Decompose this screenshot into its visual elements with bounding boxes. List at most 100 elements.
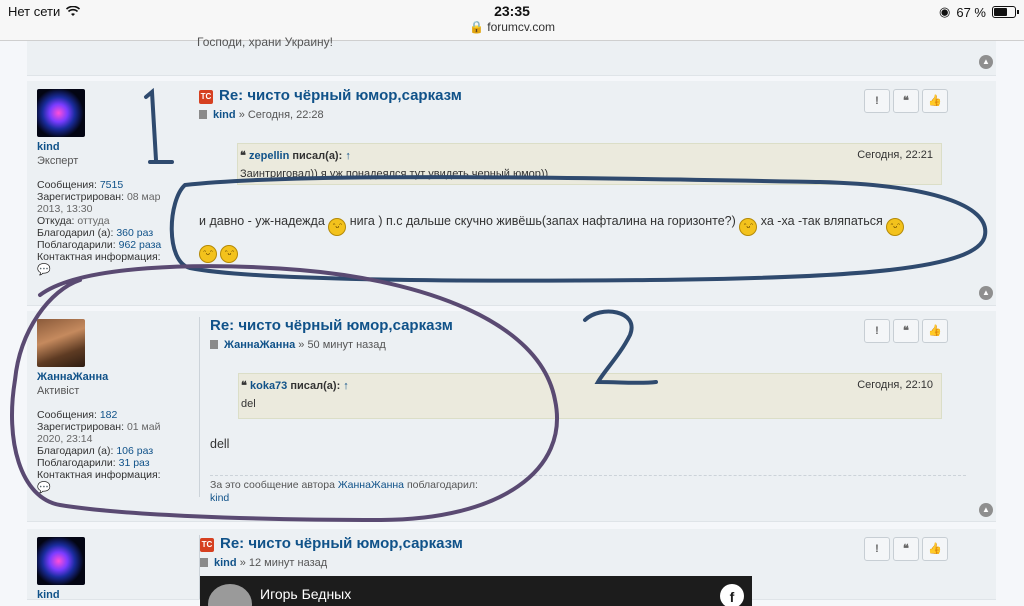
quote-icon: ❝ (240, 150, 246, 162)
stat-value[interactable]: 31 раз (119, 457, 150, 469)
like-button[interactable]: 👍 (922, 319, 948, 343)
report-button[interactable]: ! (864, 537, 890, 561)
stat-value[interactable]: 106 раз (116, 445, 153, 457)
stat-label: Контактная информация: (37, 251, 161, 263)
stat-row: Контактная информация: (37, 469, 183, 481)
stat-value[interactable]: 360 раз (116, 227, 153, 239)
report-button[interactable]: ! (864, 89, 890, 113)
stat-label: Благодарил (а): (37, 445, 114, 457)
lock-icon: 🔒 (468, 20, 484, 34)
quote-arrow[interactable]: ↑ (345, 150, 351, 162)
facebook-icon[interactable]: f (720, 584, 744, 606)
post-profile: ЖаннаЖанна Активіст Сообщения: 182 Зарег… (37, 319, 183, 494)
stat-value: оттуда (77, 215, 110, 227)
stat-label: Поблагодарили: (37, 457, 116, 469)
post-profile: kind (37, 537, 183, 601)
quote-text: del (241, 398, 256, 410)
stat-row: Зарегистрирован: 08 мар 2013, 13:30 (37, 191, 183, 215)
post-icon (210, 340, 218, 349)
stat-value[interactable]: 962 раза (119, 239, 162, 251)
quote-author[interactable]: koka73 (250, 380, 287, 392)
quote-button[interactable]: ❝ (893, 537, 919, 561)
battery-status: ◉ 67 % (939, 4, 1019, 20)
stat-label: Поблагодарили: (37, 239, 116, 251)
stat-value[interactable]: 182 (100, 409, 118, 421)
thanks-note: За это сообщение автора ЖаннаЖанна побла… (210, 475, 966, 505)
contact-icon[interactable]: 💬 (37, 264, 183, 276)
smiley-icon: ᵔᴗᵔ (220, 245, 239, 263)
battery-fill (994, 8, 1008, 16)
username[interactable]: kind (37, 141, 183, 153)
content-part2: нига ) п.с дальше скучно живёшь(запах на… (349, 214, 736, 228)
smiley-icon: ᵔᴗᵔ (328, 218, 347, 236)
battery-icon (992, 6, 1019, 18)
post-body: TC Re: чисто чёрный юмор,сарказм kind » 1… (199, 535, 976, 606)
quote-header: ❝ zepellin писал(а): ↑ (240, 149, 351, 162)
post-meta: kind » 12 минут назад (200, 557, 327, 569)
stat-row: Поблагодарили: 962 раза (37, 239, 183, 251)
video-title[interactable]: Игорь Бедных (260, 586, 351, 602)
avatar[interactable] (37, 89, 85, 137)
post-title-text[interactable]: Re: чисто чёрный юмор,сарказм (219, 87, 462, 104)
smiley-icon: ᵔᴗᵔ (886, 218, 905, 236)
user-rank: Эксперт (37, 155, 79, 167)
quote-button[interactable]: ❝ (893, 89, 919, 113)
stat-row: Откуда: оттуда (37, 215, 183, 227)
post-icon (200, 558, 208, 567)
post-meta: kind » Сегодня, 22:28 (199, 109, 324, 121)
post-body: TC Re: чисто чёрный юмор,сарказм kind » С… (199, 87, 976, 297)
stat-value[interactable]: 7515 (100, 179, 123, 191)
post-icon (199, 110, 207, 119)
quote-block: ❝ koka73 писал(а): ↑ Сегодня, 22:10 del (238, 373, 942, 419)
post-title[interactable]: TC Re: чисто чёрный юмор,сарказм (200, 535, 463, 552)
avatar[interactable] (37, 319, 85, 367)
quote-date: Сегодня, 22:21 (857, 149, 933, 161)
signature-text: Господи, храни Украину! (197, 35, 334, 49)
quote-button[interactable]: ❝ (893, 319, 919, 343)
top-arrow-icon[interactable]: ▲ (979, 503, 993, 517)
meta-author[interactable]: kind (213, 109, 236, 121)
like-button[interactable]: 👍 (922, 537, 948, 561)
quote-author[interactable]: zepellin (249, 150, 289, 162)
quote-said: писал(а): (290, 380, 341, 392)
battery-percent: 67 % (956, 4, 986, 20)
post-title-text[interactable]: Re: чисто чёрный юмор,сарказм (220, 535, 463, 552)
meta-author[interactable]: ЖаннаЖанна (224, 339, 295, 351)
url-text: forumcv.com (487, 20, 556, 34)
video-embed[interactable]: Игорь Бедных f (200, 576, 752, 606)
stat-row: Зарегистрирован: 01 май 2020, 23:14 (37, 421, 183, 445)
contact-icon[interactable]: 💬 (37, 482, 183, 494)
meta-author[interactable]: kind (214, 557, 237, 569)
stat-label: Зарегистрирован: (37, 191, 125, 203)
content-part3: ха -ха -так вляпаться (760, 214, 883, 228)
avatar[interactable] (37, 537, 85, 585)
like-button[interactable]: 👍 (922, 89, 948, 113)
stat-row: Благодарил (а): 360 раз (37, 227, 183, 239)
address-bar[interactable]: 🔒 forumcv.com (0, 20, 1024, 34)
stat-row: Благодарил (а): 106 раз (37, 445, 183, 457)
stat-row: Сообщения: 7515 (37, 179, 183, 191)
quote-arrow[interactable]: ↑ (343, 380, 349, 392)
post-title[interactable]: TC Re: чисто чёрный юмор,сарказм (199, 87, 462, 104)
quote-block: ❝ zepellin писал(а): ↑ Сегодня, 22:21 За… (237, 143, 942, 185)
report-button[interactable]: ! (864, 319, 890, 343)
thanks-suffix: поблагодарил: (406, 479, 478, 491)
rotation-lock-icon: ◉ (939, 4, 951, 19)
post-title[interactable]: Re: чисто чёрный юмор,сарказм (210, 317, 453, 334)
quote-icon: ❝ (241, 380, 247, 392)
post-buttons: ! ❝ 👍 (864, 537, 948, 561)
quote-text: Заинтриговал)) я уж понадеялся тут увиде… (240, 168, 549, 180)
username[interactable]: ЖаннаЖанна (37, 371, 183, 383)
post-title-text[interactable]: Re: чисто чёрный юмор,сарказм (210, 317, 453, 334)
username[interactable]: kind (37, 589, 183, 601)
thanks-author[interactable]: ЖаннаЖанна (338, 479, 404, 491)
thanks-by[interactable]: kind (210, 492, 229, 504)
post: kind Эксперт Сообщения: 7515 Зарегистрир… (27, 81, 996, 306)
post-meta: ЖаннаЖанна » 50 минут назад (210, 339, 386, 351)
smiley-icon: ᵔᴗᵔ (739, 218, 758, 236)
post-content: и давно - уж-надежда ᵔᴗᵔ нига ) п.с даль… (199, 209, 959, 263)
stat-label: Контактная информация: (37, 469, 161, 481)
quote-date: Сегодня, 22:10 (857, 379, 933, 391)
top-arrow-icon[interactable]: ▲ (979, 55, 993, 69)
top-arrow-icon[interactable]: ▲ (979, 286, 993, 300)
